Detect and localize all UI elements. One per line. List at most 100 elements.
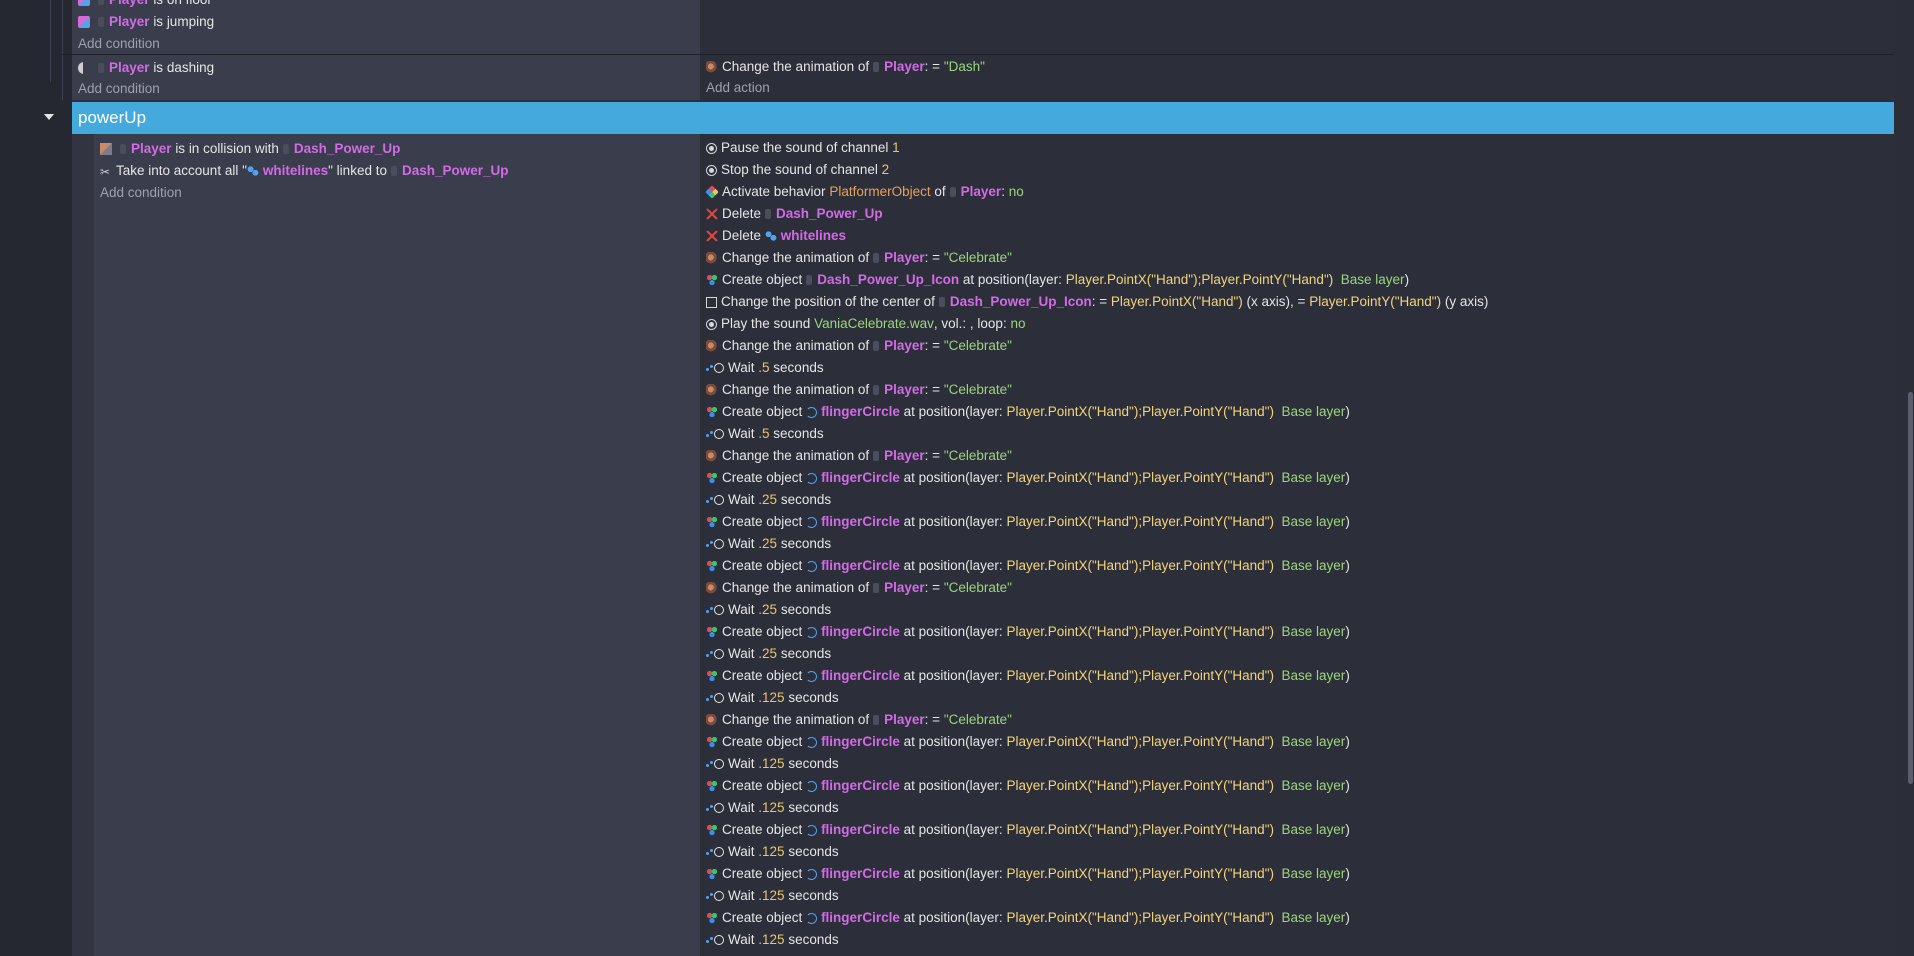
action-row[interactable]: Change the animation of Player: = "Celebr… <box>706 577 1012 599</box>
action-row[interactable]: Wait .25 seconds <box>706 643 831 665</box>
event-actions-panel[interactable] <box>700 0 1894 54</box>
action-row[interactable]: Change the animation of Player: = "Celebr… <box>706 709 1012 731</box>
event-conditions-panel[interactable]: Player is on floor Player is jumping Add… <box>72 0 700 54</box>
action-row[interactable]: Create object flingerCircle at position(… <box>706 401 1350 423</box>
fling-icon <box>806 824 818 836</box>
action-row[interactable]: Delete Dash_Power_Up <box>706 203 883 225</box>
action-row[interactable]: Create object flingerCircle at position(… <box>706 467 1350 489</box>
number-value: .5 <box>758 360 770 375</box>
add-condition-link[interactable]: Add condition <box>100 182 182 204</box>
value: VaniaCelebrate.wav <box>814 316 934 331</box>
action-row[interactable]: Change the animation of Player: = "Celebr… <box>706 247 1012 269</box>
add-action-link[interactable]: Add action <box>706 77 770 99</box>
action-text: (layer: <box>965 624 1003 639</box>
vertical-scrollbar[interactable] <box>1906 0 1914 956</box>
action-row[interactable]: Create object flingerCircle at position(… <box>706 555 1350 577</box>
add-condition-link[interactable]: Add condition <box>78 33 160 55</box>
action-row[interactable]: Stop the sound of channel 2 <box>706 159 889 181</box>
object-name: Dash_Power_Up <box>776 206 883 221</box>
event-actions-panel[interactable]: Pause the sound of channel 1 Stop the sou… <box>700 134 1894 956</box>
action-text: Create object <box>722 910 803 925</box>
condition-row[interactable]: Player is jumping <box>78 11 214 33</box>
action-row[interactable]: Create object flingerCircle at position(… <box>706 907 1350 929</box>
expression: Player.PointX("Hand");Player.PointY("Han… <box>1006 778 1274 793</box>
object-name: Player <box>109 14 150 29</box>
expression: Player.PointX("Hand");Player.PointY("Han… <box>1006 558 1274 573</box>
group-header[interactable]: powerUp <box>72 102 1894 134</box>
action-row[interactable]: Create object flingerCircle at position(… <box>706 621 1350 643</box>
action-text: of <box>934 184 946 199</box>
sound-icon <box>706 164 717 176</box>
condition-text: " linked to <box>328 163 387 178</box>
action-text: ) <box>1345 514 1350 529</box>
create-icon <box>706 274 718 286</box>
action-row[interactable]: Pause the sound of channel 1 <box>706 137 900 159</box>
action-text: Activate behavior <box>722 184 826 199</box>
number-value: .125 <box>758 800 785 815</box>
action-row[interactable]: Wait .125 seconds <box>706 753 839 775</box>
expression: Player.PointX("Hand");Player.PointY("Han… <box>1006 734 1274 749</box>
collapse-arrow-icon[interactable] <box>44 114 54 120</box>
object-thumb-icon <box>873 385 880 395</box>
delete-icon <box>706 208 718 220</box>
action-row[interactable]: Create object Dash_Power_Up_Icon at posit… <box>706 269 1409 291</box>
condition-row[interactable]: Player is on floor <box>78 0 212 11</box>
object-name: Player <box>884 338 925 353</box>
action-row[interactable]: Wait .5 seconds <box>706 423 824 445</box>
action-row[interactable]: Delete whitelines <box>706 225 846 247</box>
condition-row[interactable]: Take into account all " whitelines" linke… <box>100 160 509 183</box>
action-row[interactable]: Create object flingerCircle at position(… <box>706 511 1350 533</box>
condition-row[interactable]: Player is dashing <box>78 57 214 79</box>
action-text: Create object <box>722 866 803 881</box>
action-row[interactable]: Change the animation of Player: = "Celebr… <box>706 335 1012 357</box>
action-text: ) <box>1345 778 1350 793</box>
wait-icon <box>706 494 724 506</box>
action-text: seconds <box>788 800 839 815</box>
action-row[interactable]: Wait .25 seconds <box>706 599 831 621</box>
action-text: Change the animation of <box>722 382 870 397</box>
event-actions-panel[interactable]: Change the animation of Player: = "Dash"… <box>700 55 1894 100</box>
action-row[interactable]: Wait .5 seconds <box>706 357 824 379</box>
action-row[interactable]: Create object flingerCircle at position(… <box>706 863 1350 885</box>
action-row[interactable]: Wait .25 seconds <box>706 489 831 511</box>
add-condition-link[interactable]: Add condition <box>78 78 160 100</box>
object-thumb-icon <box>873 583 880 593</box>
action-row[interactable]: Change the animation of Player: = "Celebr… <box>706 445 1012 467</box>
layer-name: Base layer <box>1281 734 1346 749</box>
action-row[interactable]: Wait .125 seconds <box>706 929 839 951</box>
action-text: at position <box>903 624 966 639</box>
object-thumb-icon <box>282 144 289 154</box>
event-conditions-panel[interactable]: Player is in collision with Dash_Power_Up… <box>94 134 700 956</box>
action-row[interactable]: Change the animation of Player: = "Celebr… <box>706 379 1012 401</box>
action-row[interactable]: Wait .125 seconds <box>706 885 839 907</box>
event-conditions-panel[interactable]: Player is dashing Add condition <box>72 55 700 100</box>
object-name: flingerCircle <box>821 514 900 529</box>
wait-icon <box>706 802 724 814</box>
action-text: Wait <box>728 800 755 815</box>
action-text: Create object <box>722 470 803 485</box>
object-thumb-icon <box>873 715 880 725</box>
action-text: (layer: <box>965 470 1003 485</box>
action-row[interactable]: Wait .25 seconds <box>706 533 831 555</box>
action-text: Create object <box>722 734 803 749</box>
action-row[interactable]: Wait .125 seconds <box>706 687 839 709</box>
action-text: Change the animation of <box>722 338 870 353</box>
action-row[interactable]: Create object flingerCircle at position(… <box>706 775 1350 797</box>
condition-row[interactable]: Player is in collision with Dash_Power_Up <box>100 138 400 160</box>
action-text: at position <box>903 470 966 485</box>
action-row[interactable]: Create object flingerCircle at position(… <box>706 819 1350 841</box>
event-indent <box>72 134 94 956</box>
action-text: (layer: <box>965 514 1003 529</box>
action-row[interactable]: Create object flingerCircle at position(… <box>706 731 1350 753</box>
scrollbar-thumb[interactable] <box>1908 392 1913 784</box>
action-row[interactable]: Activate behavior PlatformerObject of Pla… <box>705 181 1024 203</box>
action-row[interactable]: Create object flingerCircle at position(… <box>706 665 1350 687</box>
action-row[interactable]: Change the animation of Player: = "Dash" <box>706 56 985 78</box>
action-text: Create object <box>722 778 803 793</box>
action-row[interactable]: Wait .125 seconds <box>706 841 839 863</box>
action-text: Create object <box>722 558 803 573</box>
action-row[interactable]: Play the sound VaniaCelebrate.wav, vol.:… <box>706 313 1026 335</box>
action-row[interactable]: Change the position of the center of Dash… <box>706 291 1488 313</box>
action-row[interactable]: Wait .125 seconds <box>706 797 839 819</box>
object-thumb-icon <box>873 62 880 72</box>
